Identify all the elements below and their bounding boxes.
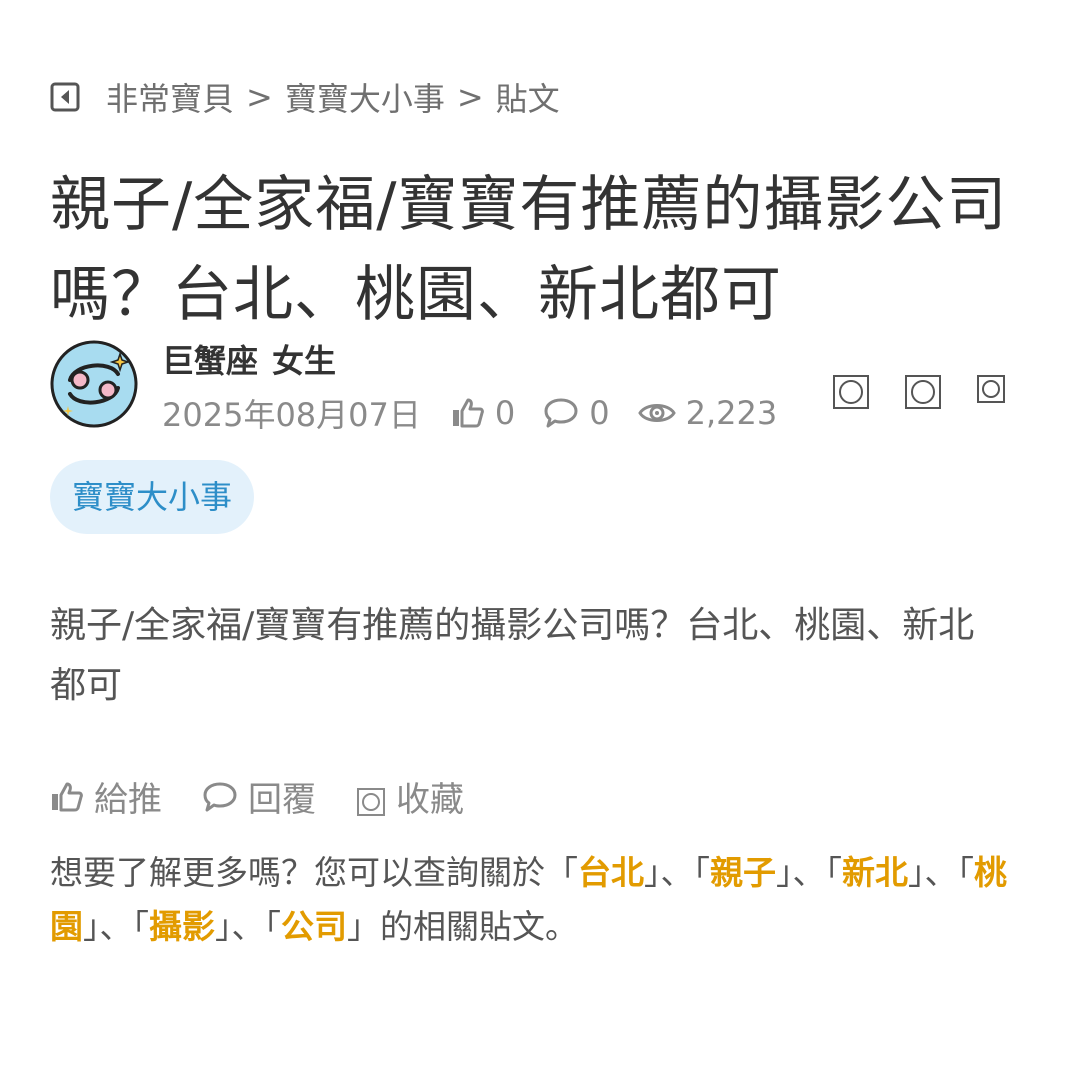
post-body: 親子/全家福/寶寶有推薦的攝影公司嗎？台北、桃園、新北都可 (50, 605, 975, 706)
author-sign: 巨蟹座 (162, 342, 259, 380)
author-name[interactable]: 巨蟹座 女生 (162, 336, 350, 382)
like-button[interactable]: 給推 (50, 772, 162, 821)
thumbs-up-icon (452, 398, 484, 428)
thumbs-up-icon (52, 782, 83, 811)
related-prefix: 想要了解更多嗎？您可以查詢關於 (50, 853, 545, 892)
eye-icon (637, 404, 676, 422)
comment-count: 0 (589, 394, 610, 432)
comment-stat: 0 (543, 394, 610, 432)
keyword-link[interactable]: 攝影 (149, 907, 215, 946)
comment-bubble-icon (544, 398, 578, 428)
save-button-label: 收藏 (396, 780, 464, 820)
breadcrumb-item-current: 貼文 (495, 80, 560, 118)
reply-button-label: 回覆 (248, 780, 316, 820)
view-count: 2,223 (685, 394, 778, 432)
keyword-link[interactable]: 公司 (281, 907, 347, 946)
comment-bubble-icon (203, 782, 237, 811)
bookmark-icon (357, 787, 385, 816)
share-icons (832, 374, 1040, 410)
author-gender: 女生 (272, 342, 337, 380)
post-actions: 給推 回覆 收藏 (50, 772, 504, 821)
cancer-zodiac-icon (50, 340, 138, 428)
breadcrumb-separator: > (456, 78, 484, 116)
post-title: 親子/全家福/寶寶有推薦的攝影公司嗎？台北、桃園、新北都可 (50, 170, 1008, 330)
category-tag[interactable]: 寶寶大小事 (50, 460, 255, 534)
like-stat: 0 (451, 394, 515, 432)
breadcrumb: 非常寶貝 > 寶寶大小事 > 貼文 (50, 74, 560, 120)
keyword-link[interactable]: 新北 (842, 853, 908, 892)
keyword-link[interactable]: 親子 (710, 853, 776, 892)
view-stat: 2,223 (637, 394, 778, 432)
post-meta: 2025年08月07日 0 0 2,223 (162, 390, 805, 436)
back-icon[interactable] (50, 82, 80, 112)
avatar[interactable] (50, 340, 138, 428)
related-suffix: 的相關貼文。 (380, 907, 578, 946)
breadcrumb-item-category[interactable]: 寶寶大小事 (285, 74, 445, 120)
share-icon[interactable] (976, 374, 1006, 404)
related-keywords: 想要了解更多嗎？您可以查詢關於「台北」、「親子」、「新北」、「桃園」、「攝影」、… (50, 853, 1007, 946)
share-icon[interactable] (904, 374, 942, 410)
like-count: 0 (494, 394, 516, 432)
breadcrumb-separator: > (246, 78, 273, 116)
like-button-label: 給推 (94, 780, 162, 820)
post-date: 2025年08月07日 (162, 396, 421, 434)
share-icon[interactable] (832, 374, 870, 410)
save-button[interactable]: 收藏 (356, 772, 464, 821)
breadcrumb-item-board[interactable]: 非常寶貝 (106, 74, 234, 120)
reply-button[interactable]: 回覆 (202, 772, 316, 821)
keyword-link[interactable]: 台北 (578, 853, 644, 892)
